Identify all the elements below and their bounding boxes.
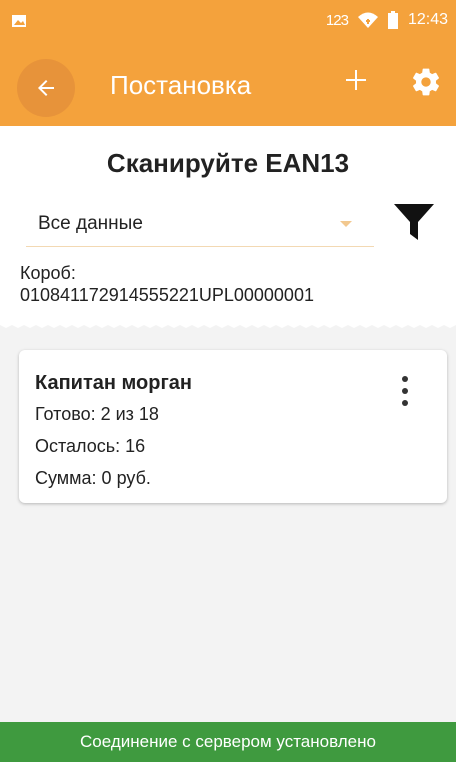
app-bar: Постановка: [0, 40, 456, 126]
ready-count: Готово: 2 из 18: [35, 404, 159, 424]
back-button[interactable]: [17, 59, 75, 117]
data-filter-value: Все данные: [38, 213, 143, 234]
product-card[interactable]: Капитан морган Готово: 2 из 18 Осталось:…: [19, 350, 447, 503]
wifi-icon: [357, 12, 378, 28]
arrow-left-icon: [38, 80, 54, 96]
connection-status-bar: Соединение с сервером установлено: [0, 722, 456, 762]
sum-value: Сумма: 0 руб.: [35, 468, 151, 488]
filter-button[interactable]: [392, 200, 436, 244]
data-filter-select[interactable]: Все данные: [26, 204, 374, 247]
box-label: Короб:: [20, 263, 76, 283]
dropdown-arrow-icon: [340, 221, 352, 227]
add-button[interactable]: [342, 66, 370, 94]
box-code: 010841172914555221UPL00000001: [20, 285, 314, 305]
image-icon: [12, 15, 26, 27]
clock: 12:43: [407, 11, 448, 28]
status-bar: 123 12:43: [0, 0, 456, 40]
zigzag-divider: [0, 322, 456, 328]
remaining-count: Осталось: 16: [35, 436, 146, 456]
scan-heading: Сканируйте EAN13: [106, 148, 350, 178]
keyboard-indicator: 123: [325, 11, 349, 29]
settings-button[interactable]: [410, 66, 442, 98]
product-name: Капитан морган: [35, 372, 193, 394]
page-title: Постановка: [110, 70, 252, 100]
more-vert-icon[interactable]: [399, 374, 411, 408]
scan-panel: Сканируйте EAN13 Все данные Короб: 01084…: [0, 126, 456, 325]
battery-icon: [387, 11, 398, 29]
box-info: Короб: 010841172914555221UPL00000001: [20, 262, 314, 306]
